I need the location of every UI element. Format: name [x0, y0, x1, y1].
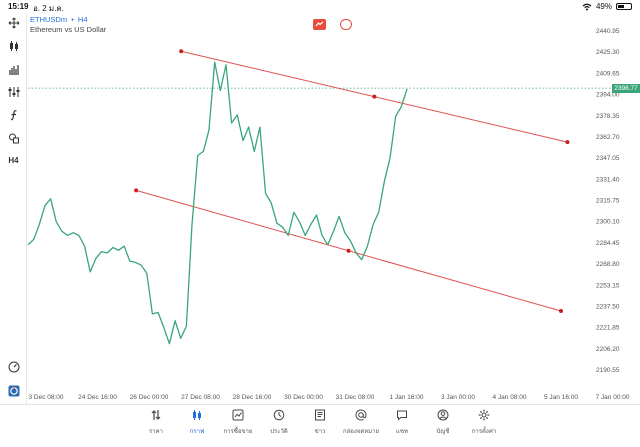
news-icon	[300, 409, 340, 423]
quotes-icon	[136, 409, 176, 423]
function-icon[interactable]	[5, 106, 22, 123]
price-axis-label: 2394.00	[596, 92, 620, 99]
timeframe-icon[interactable]: H4	[5, 152, 22, 169]
time-axis-label: 1 Jan 16:00	[390, 394, 424, 401]
nav-trade[interactable]: การซื้อขาย	[218, 409, 258, 436]
history-icon	[259, 409, 299, 423]
nav-label: ราคา	[149, 429, 163, 435]
candles-icon[interactable]	[5, 37, 22, 54]
bottom-navigation: ราคา กราฟ การซื้อขาย ประวัติ ข่าว กล่องจ…	[0, 404, 640, 447]
price-axis-label: 2331.40	[596, 176, 620, 183]
price-axis-label: 2237.50	[596, 303, 620, 310]
price-axis-label: 2425.30	[596, 49, 620, 56]
current-price-tag: 2398.77	[612, 83, 640, 93]
time-axis-label: 24 Dec 16:00	[78, 394, 117, 401]
symbol-header[interactable]: ETHUSDm • H4 Ethereum vs US Dollar	[30, 15, 106, 35]
price-axis-label: 2300.10	[596, 219, 620, 226]
mailbox-icon	[341, 409, 381, 423]
price-axis: 2440.95 2425.30 2409.65 2394.00 2378.35 2362.…	[596, 28, 620, 374]
chart-icon	[177, 409, 217, 423]
nav-label: ข่าว	[314, 429, 326, 435]
nav-label: การตั้งค่า	[471, 429, 497, 435]
time-axis-label: 4 Jan 08:00	[493, 394, 527, 401]
nav-label: ประวัติ	[270, 429, 288, 435]
trendline-anchor[interactable]	[559, 309, 563, 314]
symbol-description: Ethereum vs US Dollar	[30, 25, 107, 34]
trendline-anchor[interactable]	[565, 140, 570, 145]
nav-history[interactable]: ประวัติ	[259, 409, 299, 436]
indicators-icon[interactable]	[5, 83, 22, 100]
one-click-trading-icon[interactable]	[313, 19, 326, 30]
trendline-anchor[interactable]	[134, 188, 139, 193]
price-axis-label: 2206.20	[596, 346, 620, 353]
time-axis-label: 7 Jan 00:00	[596, 394, 630, 401]
price-axis-label: 2440.95	[596, 28, 620, 35]
crosshair-icon[interactable]	[5, 14, 22, 31]
depth-of-market-icon[interactable]	[340, 19, 352, 30]
price-axis-label: 2362.70	[596, 134, 620, 141]
nav-label: กราฟ	[189, 429, 205, 435]
speedometer-icon[interactable]	[5, 358, 22, 375]
price-axis-label: 2190.55	[596, 367, 620, 374]
symbol-name: ETHUSDm	[30, 15, 68, 24]
price-axis-label: 2315.75	[596, 198, 620, 205]
symbol-timeframe: H4	[77, 15, 88, 24]
bars-icon[interactable]	[5, 60, 22, 77]
nav-label: กล่องจดหมาย	[342, 429, 380, 435]
sync-icon[interactable]	[5, 382, 22, 399]
chart-top-tools	[313, 19, 352, 30]
price-axis-label: 2221.85	[596, 325, 620, 332]
nav-label: บัญชี	[436, 429, 450, 435]
time-axis-label: 3 Dec 08:00	[28, 394, 63, 401]
trendlines[interactable]	[134, 49, 570, 314]
chat-icon	[382, 409, 422, 423]
nav-chart[interactable]: กราฟ	[177, 409, 217, 436]
trade-icon	[218, 409, 258, 423]
trendline-anchor[interactable]	[179, 49, 184, 54]
left-toolbar: H4	[0, 14, 27, 409]
settings-icon	[464, 409, 504, 423]
time-axis: 3 Dec 08:00 24 Dec 16:00 26 Dec 00:00 27 De…	[28, 394, 629, 401]
price-axis-label: 2284.45	[596, 240, 620, 247]
price-axis-label: 2347.05	[596, 155, 620, 162]
trendline-anchor[interactable]	[346, 248, 351, 253]
trendline-anchor[interactable]	[372, 94, 377, 99]
nav-chat[interactable]: แชท	[382, 409, 422, 436]
nav-quotes[interactable]: ราคา	[136, 409, 176, 436]
time-axis-label: 5 Jan 16:00	[544, 394, 578, 401]
account-icon	[423, 409, 463, 423]
time-axis-label: 26 Dec 00:00	[130, 394, 169, 401]
time-axis-label: 28 Dec 16:00	[233, 394, 272, 401]
price-axis-label: 2409.65	[596, 70, 620, 77]
symbol-separator: •	[71, 15, 74, 24]
nav-news[interactable]: ข่าว	[300, 409, 340, 436]
time-axis-label: 27 Dec 08:00	[181, 394, 220, 401]
nav-settings[interactable]: การตั้งค่า	[464, 409, 504, 436]
price-axis-label: 2268.80	[596, 261, 620, 268]
shapes-icon[interactable]	[5, 129, 22, 146]
time-axis-label: 3 Jan 00:00	[441, 394, 475, 401]
price-chart[interactable]: 2440.95 2425.30 2409.65 2394.00 2378.35 2362.…	[0, 0, 640, 447]
price-axis-label: 2378.35	[596, 113, 620, 120]
time-axis-label: 30 Dec 00:00	[284, 394, 323, 401]
nav-label: แชท	[396, 429, 408, 435]
nav-mailbox[interactable]: กล่องจดหมาย	[341, 409, 381, 436]
nav-account[interactable]: บัญชี	[423, 409, 463, 436]
nav-label: การซื้อขาย	[223, 429, 253, 435]
time-axis-label: 31 Dec 08:00	[336, 394, 375, 401]
price-line	[27, 61, 408, 345]
price-axis-label: 2253.15	[596, 282, 620, 289]
